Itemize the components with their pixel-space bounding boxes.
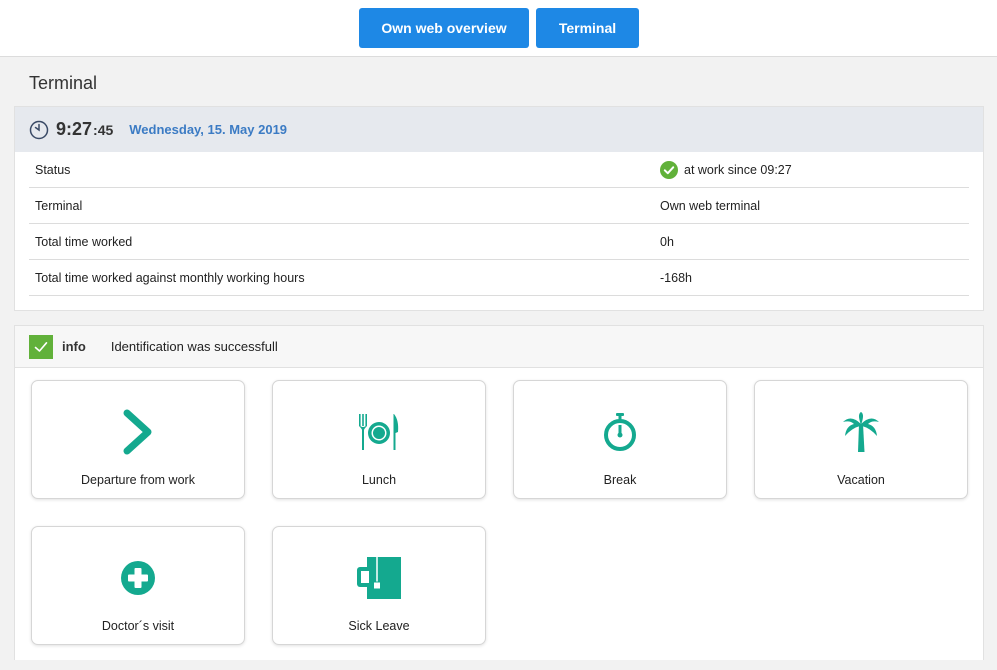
info-bar: info Identification was successfull: [15, 326, 983, 368]
info-message: Identification was successfull: [110, 339, 278, 354]
monthly-hours-row: Total time worked against monthly workin…: [29, 260, 969, 296]
clock-date: Wednesday, 15. May 2019: [129, 122, 288, 137]
info-check-icon: [29, 334, 53, 359]
break-button[interactable]: Break: [513, 380, 727, 499]
top-bar: Own web overview Terminal: [0, 0, 997, 57]
info-label: info: [62, 339, 86, 354]
medical-cross-icon: [114, 554, 162, 602]
row-value: -168h: [660, 270, 692, 285]
actions-card: info Identification was successfull Depa…: [14, 325, 984, 660]
row-value: 0h: [660, 234, 674, 249]
clock-icon: [29, 120, 49, 139]
page-title: Terminal: [29, 73, 98, 93]
row-label: Status: [35, 162, 71, 177]
lunch-button[interactable]: Lunch: [272, 380, 486, 499]
row-label: Terminal: [35, 198, 83, 213]
clock-header: 9:27 :45 Wednesday, 15. May 2019: [15, 107, 983, 152]
palm-tree-icon: [837, 408, 885, 456]
status-value-text: at work since 09:27: [684, 162, 792, 177]
doctors-visit-button[interactable]: Doctor´s visit: [31, 526, 245, 645]
terminal-button[interactable]: Terminal: [536, 8, 639, 48]
own-web-overview-button[interactable]: Own web overview: [359, 8, 529, 48]
status-row: Status at work since 09:27: [29, 152, 969, 188]
status-table: Status at work since 09:27 Terminal Own …: [15, 152, 983, 296]
terminal-row: Terminal Own web terminal: [29, 188, 969, 224]
clock-seconds: :45: [93, 121, 114, 138]
tile-label: Lunch: [361, 473, 397, 487]
tile-label: Doctor´s visit: [101, 619, 175, 633]
tile-label: Departure from work: [81, 473, 195, 487]
row-label: Total time worked: [35, 234, 133, 249]
tile-label: Sick Leave: [348, 619, 410, 633]
sick-leave-icon: [355, 554, 403, 602]
vacation-button[interactable]: Vacation: [754, 380, 968, 499]
row-value: Own web terminal: [660, 198, 761, 213]
departure-button[interactable]: Departure from work: [31, 380, 245, 499]
check-circle-icon: [660, 160, 678, 179]
fork-plate-knife-icon: [355, 408, 403, 456]
tile-label: Break: [603, 473, 637, 487]
row-value: at work since 09:27: [660, 160, 792, 179]
row-label: Total time worked against monthly workin…: [35, 270, 305, 285]
chevron-right-icon: [114, 408, 162, 456]
clock-time: 9:27: [56, 119, 93, 139]
tile-label: Vacation: [837, 473, 885, 487]
stopwatch-icon: [596, 408, 644, 456]
sick-leave-button[interactable]: Sick Leave: [272, 526, 486, 645]
terminal-status-card: 9:27 :45 Wednesday, 15. May 2019 Status …: [14, 106, 984, 311]
tiles-area: Departure from work Lunch Break Vacation…: [15, 368, 983, 660]
total-time-row: Total time worked 0h: [29, 224, 969, 260]
